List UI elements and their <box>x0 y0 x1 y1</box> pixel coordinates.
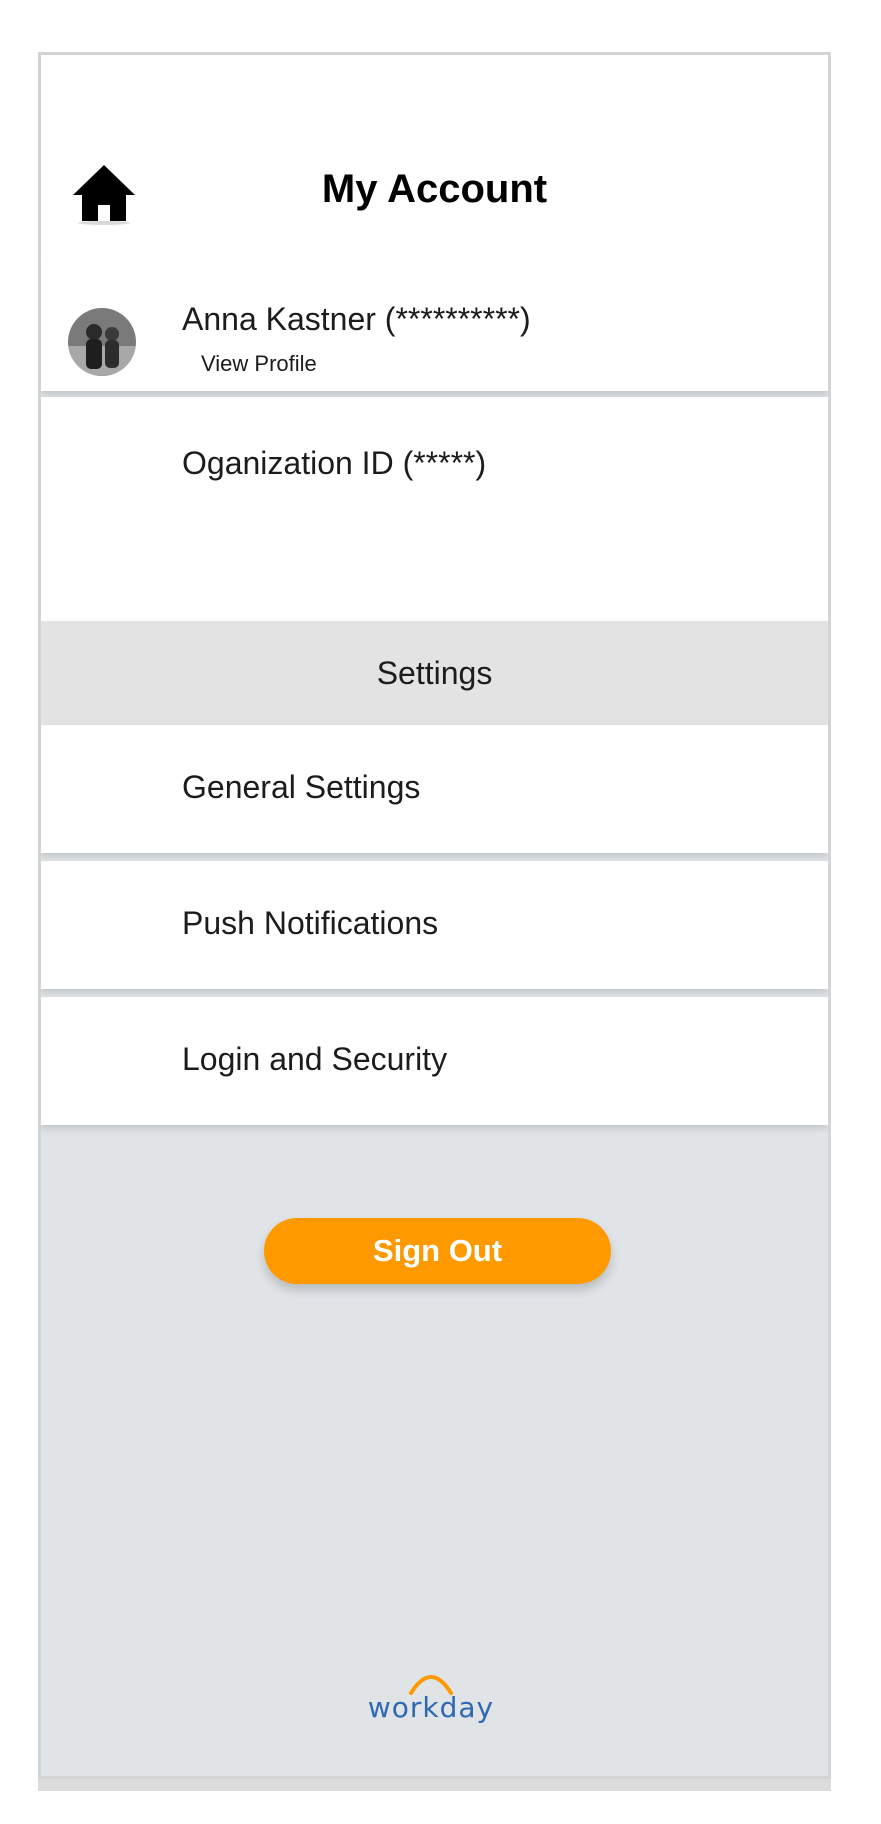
settings-item-general[interactable]: General Settings <box>41 725 828 853</box>
settings-item-label: Push Notifications <box>182 905 439 941</box>
settings-item-push-notifications[interactable]: Push Notifications <box>41 861 828 989</box>
page-title: My Account <box>321 167 548 211</box>
avatar[interactable] <box>68 308 136 376</box>
avatar-image <box>68 308 136 376</box>
sign-out-button[interactable]: Sign Out <box>264 1218 611 1284</box>
logo-text: workday <box>367 1691 495 1724</box>
settings-item-login-security[interactable]: Login and Security <box>41 997 828 1125</box>
header: My Account <box>41 55 828 263</box>
workday-logo: workday <box>361 1665 501 1725</box>
profile-row[interactable]: Anna Kastner (**********) View Profile <box>41 263 828 391</box>
organization-id-row[interactable]: Oganization ID (*****) <box>41 397 828 621</box>
settings-item-label: General Settings <box>182 769 421 805</box>
settings-section-header: Settings <box>41 621 828 725</box>
organization-id-label: Oganization ID (*****) <box>182 445 487 481</box>
app-screen: My Account Anna Kastner (**********) Vie… <box>38 52 831 1779</box>
profile-name: Anna Kastner (**********) <box>182 301 531 337</box>
view-profile-link[interactable]: View Profile <box>201 351 317 377</box>
bottom-edge <box>38 1779 831 1791</box>
settings-item-label: Login and Security <box>182 1041 448 1077</box>
